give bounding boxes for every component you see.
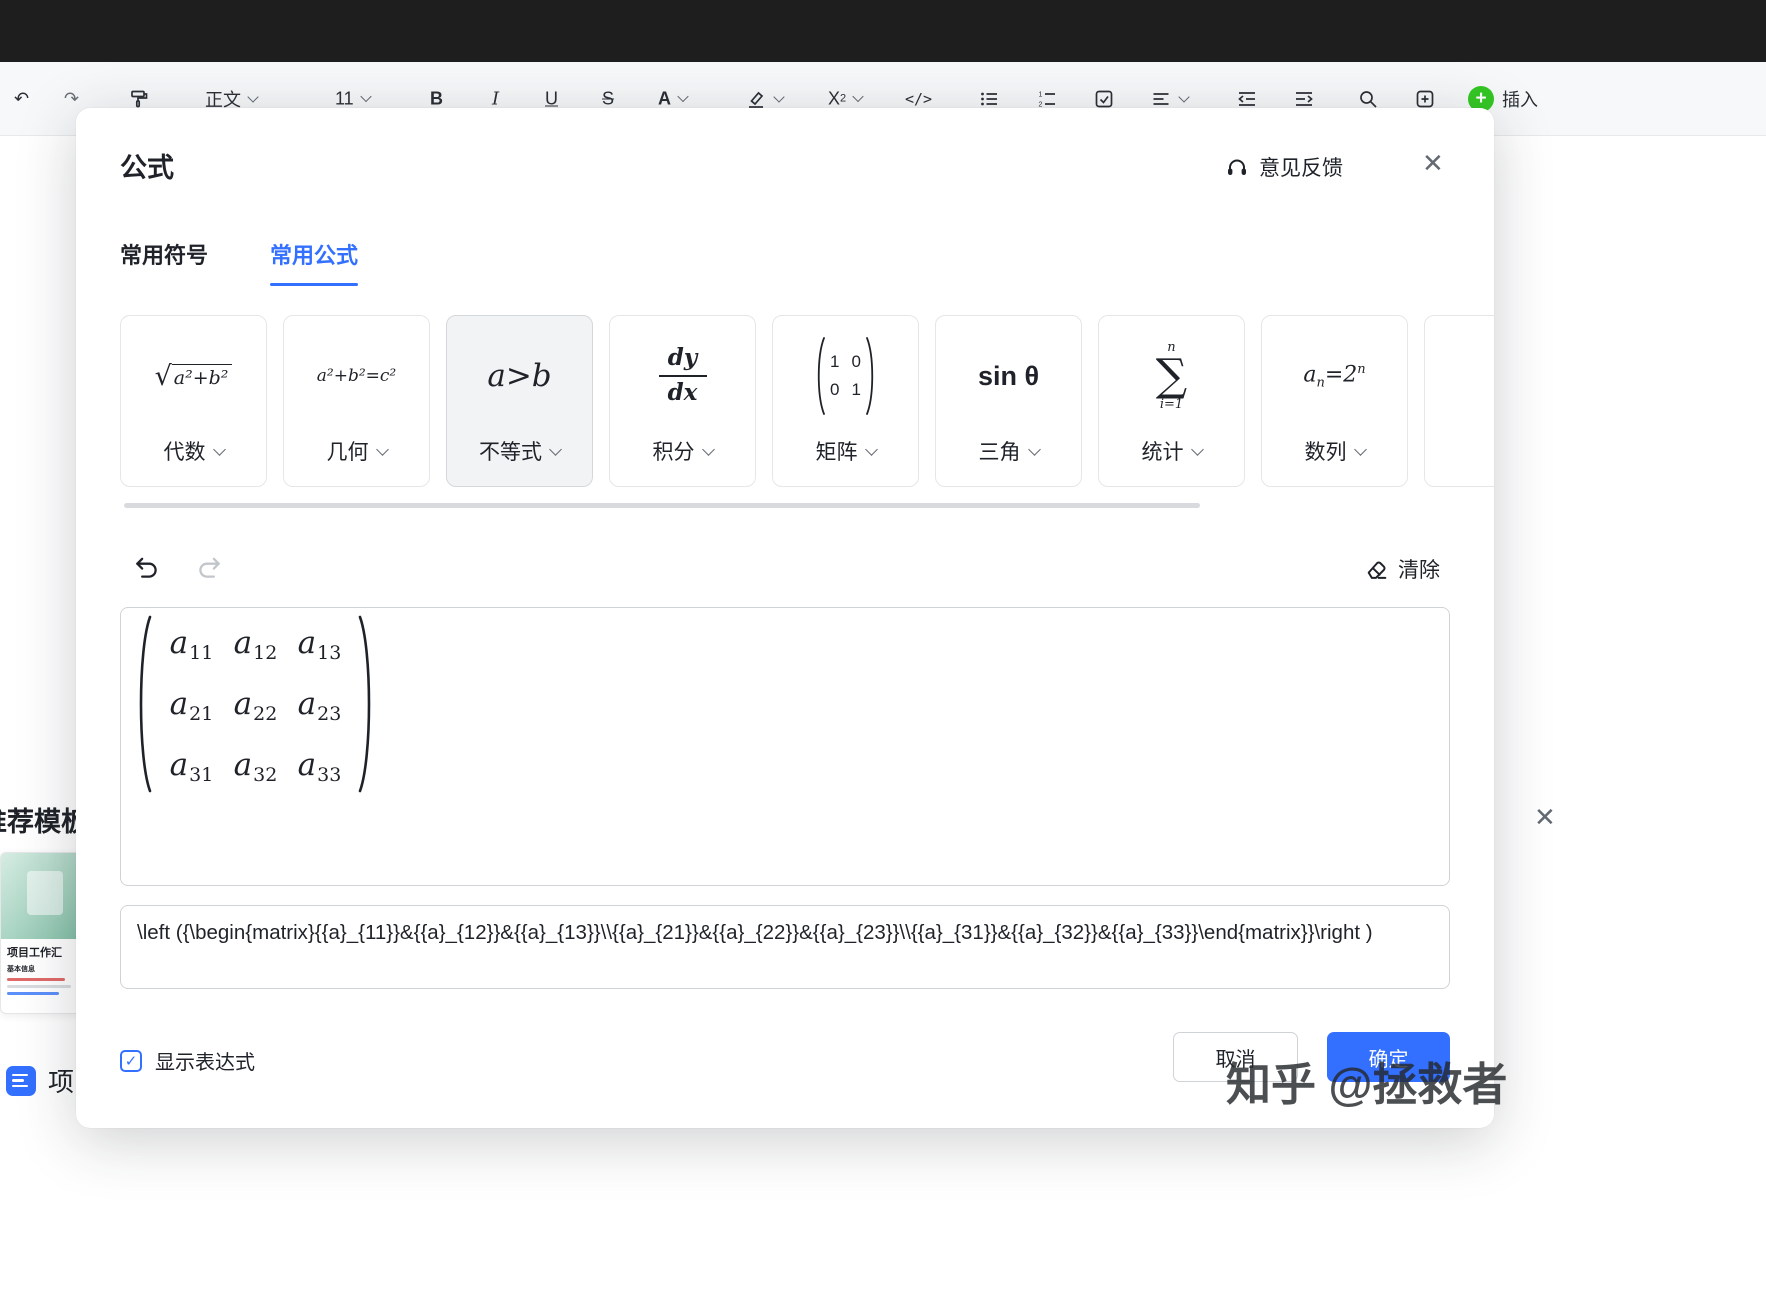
matrix-cell: a 13 [297,625,342,664]
matrix-cell: a 12 [233,625,278,664]
latex-expression-input[interactable]: \left ({\begin{matrix}{{a}_{11}}&{{a}_{1… [120,905,1450,989]
formula-preview: an=2n [1303,361,1366,391]
formula-card-matrix[interactable]: 10 01 矩阵 [772,315,919,487]
show-expression-label[interactable]: 显示表达式 [155,1046,255,1075]
formula-preview: sin θ [977,360,1040,391]
cards-scrollbar[interactable] [124,503,1200,508]
formula-card-partial[interactable] [1424,315,1494,487]
chevron-down-icon [1178,90,1190,103]
formula-preview: a>b [487,358,552,394]
chevron-down-icon [375,442,389,456]
formula-dialog: 公式 意见反馈 ✕ 常用符号 常用公式 √ a²+b² 代数 a²+b²=c² 几… [76,108,1494,1128]
clear-button[interactable]: 清除 [1364,554,1440,584]
matrix-cell: a 31 [169,747,214,786]
matrix-cell: a 11 [169,625,214,664]
chevron-down-icon [701,442,715,456]
formula-card-geometry[interactable]: a²+b²=c² 几何 [283,315,430,487]
italic-button[interactable]: I [492,88,499,109]
left-paren-icon [139,615,152,793]
document-icon [6,1065,36,1096]
chevron-down-icon [212,442,226,456]
matrix-cell: a 23 [297,686,342,725]
left-paren-icon [817,337,825,415]
font-color-dropdown[interactable]: A [658,88,689,109]
alignment-dropdown[interactable] [1150,88,1190,110]
window-titlebar [0,0,1766,62]
formula-preview: 10 01 [773,316,918,436]
search-icon[interactable] [1357,88,1379,110]
svg-text:2: 2 [1039,101,1043,108]
strikethrough-button[interactable]: S [602,88,614,109]
formula-card-sequence[interactable]: an=2n 数列 [1261,315,1408,487]
chevron-down-icon [677,90,689,103]
eraser-icon [1367,561,1387,579]
tab-common-formulas[interactable]: 常用公式 [270,238,359,286]
recommended-templates-heading: 推荐模板 [0,807,88,837]
close-icon[interactable]: ✕ [1418,146,1448,180]
tab-common-symbols[interactable]: 常用符号 [120,238,208,286]
template-thumbnail [1,853,87,939]
templates-close-icon[interactable]: ✕ [1534,802,1556,833]
show-expression-row: ✓ 显示表达式 [120,1046,255,1075]
formula-card-statistics[interactable]: n ∑ i=1 统计 [1098,315,1245,487]
underline-button[interactable]: U [545,88,558,109]
template-text-bar [7,992,59,995]
add-block-icon[interactable] [1414,88,1436,110]
numbered-list-icon[interactable]: 12 [1036,88,1058,110]
right-paren-icon [866,337,874,415]
formula-preview: a²+b²=c² [316,366,397,386]
formula-preview: √ a²+b² [121,316,266,436]
dialog-tabs: 常用符号 常用公式 [120,238,359,286]
bullet-list-icon[interactable] [978,88,1000,110]
formula-card-algebra[interactable]: √ a²+b² 代数 [120,315,267,487]
template-title: 项目工作汇 [7,947,62,959]
show-expression-checkbox[interactable]: ✓ [120,1049,142,1072]
indent-icon[interactable] [1293,88,1315,110]
superscript-dropdown[interactable]: X2 [828,88,864,109]
formula-preview: dy dx [610,316,755,436]
right-paren-icon [358,615,371,793]
template-text-bar [7,978,65,981]
highlight-dropdown[interactable] [745,88,785,110]
template-card[interactable]: 项目工作汇 基本信息 [0,852,88,1014]
font-size-dropdown[interactable]: 11 [335,88,372,109]
template-text-bar [7,985,71,988]
chevron-down-icon [549,442,562,456]
chevron-down-icon [1027,442,1041,456]
formula-preview: n ∑ i=1 [1155,340,1188,412]
chevron-down-icon [773,90,785,103]
formula-category-cards: √ a²+b² 代数 a²+b²=c² 几何 a>b 不等式 dy dx 积分 10 [120,315,1494,489]
chevron-down-icon [360,90,372,103]
chevron-down-icon [247,90,259,103]
matrix-preview: a 11 a 12 a 13 a 21 a 22 a 23 a 31 a 32 a 33 [131,612,379,796]
matrix-cell: a 33 [297,747,342,786]
redo-icon[interactable]: ↷ [64,88,79,109]
check-icon: ✓ [124,1052,138,1070]
formula-canvas[interactable]: a 11 a 12 a 13 a 21 a 22 a 23 a 31 a 32 a 33 [120,607,1450,886]
svg-text:1: 1 [1039,91,1043,98]
outdent-icon[interactable] [1236,88,1258,110]
chevron-down-icon [1353,442,1367,456]
inline-code-button[interactable]: </> [905,90,932,108]
watermark: 知乎 @拯救者 [1226,1059,1508,1110]
headset-icon [1228,159,1246,175]
feedback-button[interactable]: 意见反馈 [1224,152,1343,182]
chevron-down-icon [852,90,864,103]
undo-icon[interactable]: ↶ [14,88,29,109]
formula-card-trigonometry[interactable]: sin θ 三角 [935,315,1082,487]
matrix-cell: a 22 [233,686,278,725]
format-painter-icon[interactable] [128,88,150,110]
chevron-down-icon [1190,442,1204,456]
template-section-label: 基本信息 [7,966,35,973]
bold-button[interactable]: B [430,88,443,109]
formula-card-inequality[interactable]: a>b 不等式 [446,315,593,487]
dialog-title: 公式 [120,153,174,183]
formula-card-calculus[interactable]: dy dx 积分 [609,315,756,487]
matrix-cell: a 32 [233,747,278,786]
chevron-down-icon [864,442,878,456]
task-list-icon[interactable] [1093,88,1115,110]
editor-undo-button[interactable] [128,550,166,591]
matrix-cell: a 21 [169,686,214,725]
editor-redo-button[interactable] [190,550,228,591]
